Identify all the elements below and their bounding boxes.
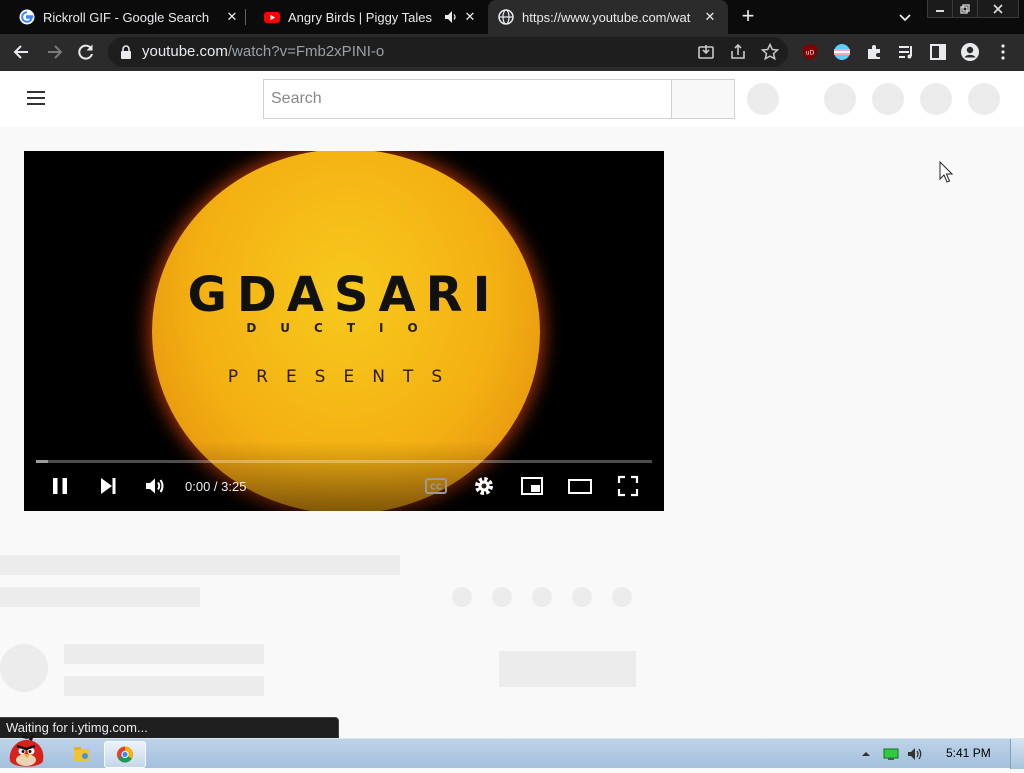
tab-title: Angry Birds | Piggy Tales | — [288, 9, 436, 25]
volume-tray-icon[interactable] — [906, 746, 924, 762]
address-path: /watch?v=Fmb2xPINI-o — [227, 43, 385, 60]
tray-expand-icon[interactable] — [861, 749, 871, 759]
audio-playing-icon[interactable] — [444, 9, 458, 25]
voice-search-button-placeholder[interactable] — [747, 83, 779, 115]
close-tab-icon[interactable]: ✕ — [224, 9, 240, 25]
close-tab-icon[interactable]: ✕ — [702, 9, 718, 25]
action-skeleton — [612, 587, 632, 607]
tab-youtube-watch[interactable]: https://www.youtube.com/wat ✕ — [488, 0, 728, 34]
lock-icon[interactable] — [120, 45, 132, 59]
taskbar-explorer-app[interactable] — [60, 741, 102, 768]
share-icon[interactable] — [728, 42, 748, 62]
settings-gear-icon[interactable] — [472, 474, 496, 498]
flag-extension-icon[interactable] — [832, 42, 852, 62]
channel-name-skeleton — [64, 644, 264, 664]
google-icon — [19, 9, 35, 25]
search-button[interactable] — [671, 79, 735, 119]
folder-icon — [74, 747, 89, 761]
status-bubble: Waiting for i.ytimg.com... — [0, 717, 339, 738]
show-desktop-button[interactable] — [1010, 739, 1024, 769]
video-frame-presents-text: PRESENTS — [227, 367, 461, 387]
search-input[interactable]: Search — [263, 79, 672, 119]
pause-icon[interactable] — [48, 474, 72, 498]
ublock-icon[interactable]: uD — [800, 42, 820, 62]
closed-captions-icon[interactable]: CC — [424, 474, 448, 498]
install-icon[interactable] — [696, 42, 716, 62]
video-frame-logo-subtext: DUCTIO — [246, 321, 442, 335]
back-icon[interactable] — [12, 42, 32, 62]
playback-time: 0:00 / 3:25 — [185, 479, 247, 494]
taskbar-chrome-app[interactable] — [104, 741, 146, 768]
title-skeleton — [0, 555, 400, 575]
angry-bird-start-icon[interactable] — [4, 731, 48, 769]
progress-buffered — [36, 460, 49, 463]
avatar-placeholder[interactable] — [968, 83, 1000, 115]
action-skeleton — [572, 587, 592, 607]
channel-subs-skeleton — [64, 676, 264, 696]
media-queue-icon[interactable] — [896, 42, 916, 62]
channel-avatar-skeleton — [0, 644, 48, 692]
minimize-button[interactable] — [927, 0, 953, 18]
fullscreen-icon[interactable] — [616, 474, 640, 498]
reload-icon[interactable] — [76, 42, 96, 62]
chrome-icon — [117, 746, 133, 763]
close-window-button[interactable] — [977, 0, 1019, 18]
close-tab-icon[interactable]: ✕ — [462, 9, 478, 25]
browser-toolbar: youtube.com/watch?v=Fmb2xPINI-o uD — [0, 34, 1024, 71]
taskbar-clock[interactable]: 5:41 PM — [946, 746, 991, 760]
address-bar[interactable]: youtube.com/watch?v=Fmb2xPINI-o — [108, 37, 788, 67]
address-host: youtube.com — [142, 43, 228, 60]
header-button-placeholder[interactable] — [920, 83, 952, 115]
action-skeleton — [452, 587, 472, 607]
more-menu-icon[interactable] — [993, 42, 1013, 62]
action-skeleton — [492, 587, 512, 607]
video-player[interactable]: GDASARI DUCTIO PRESENTS 0:00 / 3:25 CC — [24, 151, 664, 511]
subtitle-skeleton — [0, 587, 200, 607]
bookmark-star-icon[interactable] — [760, 42, 780, 62]
video-frame-logo-text: GDASARI — [187, 267, 501, 323]
youtube-header: Search — [0, 71, 1024, 127]
header-button-placeholder[interactable] — [872, 83, 904, 115]
volume-icon[interactable] — [143, 474, 167, 498]
header-button-placeholder[interactable] — [824, 83, 856, 115]
tab-title: https://www.youtube.com/wat — [522, 9, 691, 25]
tab-google-search[interactable]: Rickroll GIF - Google Search ✕ — [0, 0, 245, 34]
profile-avatar-icon[interactable] — [960, 42, 980, 62]
youtube-icon — [264, 12, 280, 23]
windows-taskbar: 5:41 PM — [0, 732, 1024, 769]
mouse-cursor-icon — [939, 161, 954, 183]
address-url: youtube.com/watch?v=Fmb2xPINI-o — [142, 43, 384, 60]
svg-text:uD: uD — [806, 50, 815, 57]
new-tab-button[interactable]: + — [738, 5, 758, 27]
next-video-icon[interactable] — [96, 474, 120, 498]
progress-bar[interactable] — [36, 460, 652, 463]
subscribe-button-skeleton — [499, 651, 636, 687]
forward-icon[interactable] — [44, 42, 64, 62]
globe-icon — [498, 9, 514, 25]
hamburger-menu-icon[interactable] — [27, 91, 45, 105]
tab-title: Rickroll GIF - Google Search — [43, 9, 210, 25]
browser-tab-strip: Rickroll GIF - Google Search ✕ Angry Bir… — [0, 0, 1024, 34]
extensions-puzzle-icon[interactable] — [864, 42, 884, 62]
action-skeleton — [532, 587, 552, 607]
side-panel-icon[interactable] — [928, 42, 948, 62]
restore-button[interactable] — [952, 0, 978, 18]
chevron-down-icon[interactable] — [897, 9, 913, 25]
theater-mode-icon[interactable] — [568, 474, 592, 498]
miniplayer-icon[interactable] — [520, 474, 544, 498]
network-icon[interactable] — [883, 747, 899, 761]
svg-text:CC: CC — [430, 483, 442, 492]
